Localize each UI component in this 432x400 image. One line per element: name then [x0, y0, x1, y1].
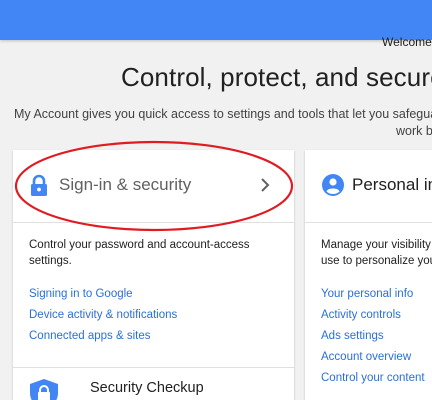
- personal-info-description-line-2: use to personalize you: [321, 255, 432, 267]
- link-connected-apps-sites[interactable]: Connected apps & sites: [29, 328, 177, 349]
- shield-icon: [29, 378, 59, 400]
- link-account-overview[interactable]: Account overview: [321, 349, 425, 370]
- chevron-right-icon[interactable]: [258, 176, 272, 194]
- sign-in-security-links: Signing in to Google Device activity & n…: [29, 286, 177, 349]
- link-activity-controls[interactable]: Activity controls: [321, 307, 425, 328]
- person-icon: [322, 174, 344, 196]
- intro-text-line-1: My Account gives you quick access to set…: [14, 107, 432, 121]
- sign-in-security-card: Sign-in & security Control your password…: [13, 150, 294, 400]
- divider: [13, 367, 294, 368]
- personal-info-description-line-1: Manage your visibility: [321, 239, 431, 251]
- lock-icon: [29, 174, 49, 196]
- link-device-activity-notifications[interactable]: Device activity & notifications: [29, 307, 177, 328]
- link-signing-in-to-google[interactable]: Signing in to Google: [29, 286, 177, 307]
- page: Welcome, Control, protect, and secure My…: [0, 0, 432, 400]
- page-title: Control, protect, and secure: [121, 62, 432, 92]
- security-checkup-title[interactable]: Security Checkup: [90, 380, 204, 396]
- top-app-bar: [0, 0, 432, 40]
- welcome-text: Welcome,: [382, 35, 432, 49]
- sign-in-security-description: Control your password and account-access…: [29, 239, 250, 267]
- personal-info-title: Personal in: [352, 175, 432, 194]
- link-ads-settings[interactable]: Ads settings: [321, 328, 425, 349]
- personal-info-links: Your personal info Activity controls Ads…: [321, 286, 425, 391]
- sign-in-security-title: Sign-in & security: [59, 175, 192, 194]
- intro-text-line-2: work be: [396, 124, 432, 138]
- personal-info-header[interactable]: Personal in: [305, 150, 432, 223]
- link-your-personal-info[interactable]: Your personal info: [321, 286, 425, 307]
- link-control-your-content[interactable]: Control your content: [321, 370, 425, 391]
- personal-info-description: Manage your visibility use to personaliz…: [321, 237, 432, 269]
- personal-info-card: Personal in Manage your visibility use t…: [305, 150, 432, 400]
- sign-in-security-header[interactable]: Sign-in & security: [13, 150, 294, 223]
